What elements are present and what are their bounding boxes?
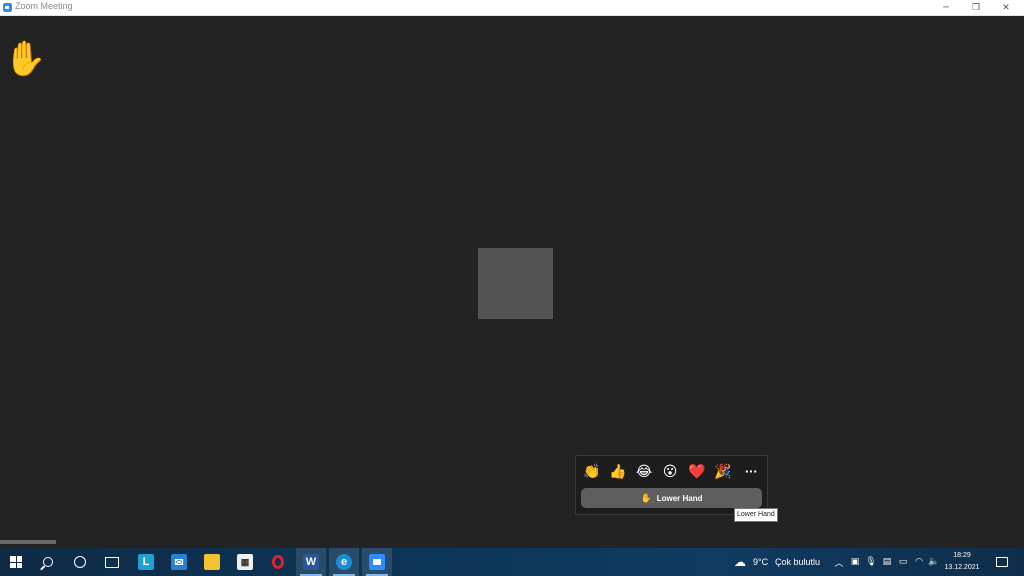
surprised-reaction-button[interactable]: 😮 <box>659 461 681 483</box>
heart-reaction-button[interactable]: ❤️ <box>686 461 708 483</box>
taskbar-zoom[interactable] <box>362 548 392 576</box>
lower-hand-tooltip: Lower Hand <box>734 508 778 522</box>
windows-logo-icon <box>10 556 22 568</box>
taskbar-mail[interactable]: ✉ <box>164 548 194 576</box>
thumbs-up-reaction-button[interactable]: 👍 <box>607 461 629 483</box>
notification-center-button[interactable] <box>994 548 1010 576</box>
cortana-button[interactable] <box>65 548 95 576</box>
taskbar-file-explorer[interactable] <box>197 548 227 576</box>
l-app-icon: L <box>138 554 154 570</box>
party-reaction-button[interactable]: 🎉 <box>712 461 734 483</box>
emoji-row: 👏 👍 😂 😮 ❤️ 🎉 ··· <box>576 461 767 483</box>
battery-icon[interactable]: ▭ <box>896 548 910 576</box>
close-button[interactable]: ✕ <box>992 0 1020 15</box>
raised-hand-icon: ✋ <box>4 39 47 79</box>
window-title-bar: Zoom Meeting ─ ❐ ✕ <box>0 0 1024 16</box>
task-view-icon <box>105 556 119 568</box>
opera-icon <box>270 554 286 570</box>
taskbar-opera[interactable] <box>263 548 293 576</box>
weather-temperature[interactable]: 9°C <box>753 548 768 576</box>
taskbar-word[interactable]: W <box>296 548 326 576</box>
reactions-panel: 👏 👍 😂 😮 ❤️ 🎉 ··· ✋ Lower Hand <box>575 455 768 515</box>
weather-description[interactable]: Çok bulutlu <box>775 548 820 576</box>
store-icon: ▦ <box>237 554 253 570</box>
clap-reaction-button[interactable]: 👏 <box>581 461 603 483</box>
notification-icon <box>996 557 1008 567</box>
windows-taskbar: L ✉ ▦ W e ☁ 9°C Çok bulutlu ︿ ▣ 🎙 ▤ ▭ ◠ … <box>0 548 1024 576</box>
wifi-icon[interactable]: ◠ <box>912 548 926 576</box>
microphone-icon[interactable]: 🎙 <box>864 548 878 576</box>
clock-date: 13.12.2021 <box>944 564 980 571</box>
volume-icon[interactable]: 🔈 <box>927 548 941 576</box>
bottom-edge-bar <box>0 540 56 544</box>
show-hidden-icons-chevron-icon[interactable]: ︿ <box>832 548 846 576</box>
word-icon: W <box>303 554 319 570</box>
participant-video-tile[interactable] <box>478 248 553 319</box>
search-button[interactable] <box>33 548 63 576</box>
taskbar-app-l[interactable]: L <box>131 548 161 576</box>
weather-cloud-icon[interactable]: ☁ <box>732 548 748 576</box>
start-button[interactable] <box>1 548 31 576</box>
task-view-button[interactable] <box>97 548 127 576</box>
search-icon <box>43 557 53 567</box>
lower-hand-button[interactable]: ✋ Lower Hand <box>581 488 762 508</box>
system-clock[interactable]: 18:29 13.12.2021 <box>943 550 981 574</box>
clock-time: 18:29 <box>953 552 971 559</box>
zoom-app-icon <box>3 3 12 12</box>
mail-icon: ✉ <box>171 554 187 570</box>
zoom-icon <box>369 554 385 570</box>
joy-reaction-button[interactable]: 😂 <box>633 461 655 483</box>
taskbar-edge[interactable]: e <box>329 548 359 576</box>
more-reactions-button[interactable]: ··· <box>740 461 762 483</box>
hand-icon: ✋ <box>640 492 652 503</box>
taskbar-store[interactable]: ▦ <box>230 548 260 576</box>
cortana-icon <box>74 556 86 568</box>
lower-hand-label: Lower Hand <box>656 493 703 503</box>
minimize-button[interactable]: ─ <box>932 0 960 15</box>
meeting-view: ✋ <box>0 16 1024 546</box>
window-title: Zoom Meeting <box>15 1 73 11</box>
folder-icon <box>204 554 220 570</box>
device-icon[interactable]: ▣ <box>848 548 862 576</box>
edge-icon: e <box>336 554 352 570</box>
app-tray-icon[interactable]: ▤ <box>880 548 894 576</box>
restore-button[interactable]: ❐ <box>962 0 990 15</box>
